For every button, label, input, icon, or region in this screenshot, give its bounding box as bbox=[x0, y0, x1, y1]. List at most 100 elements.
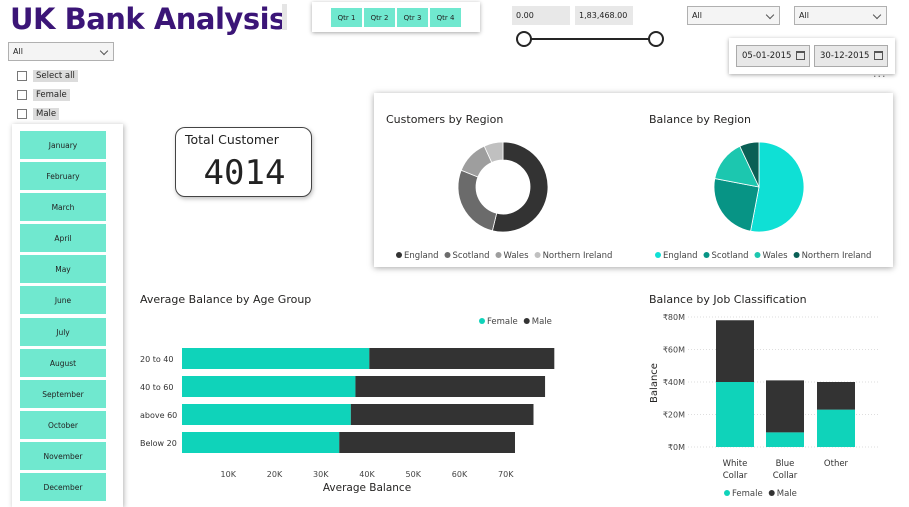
gender-option-female[interactable]: Female bbox=[17, 88, 70, 101]
balance-by-region-title: Balance by Region bbox=[649, 113, 752, 126]
customers-by-region-title: Customers by Region bbox=[386, 113, 504, 126]
age-group-bar-male-40-to-60 bbox=[355, 376, 546, 397]
month-button-july[interactable]: July bbox=[20, 318, 106, 346]
job-category-blue-collar-line-0: Blue bbox=[776, 459, 795, 469]
kpi-value: 4014 bbox=[203, 153, 286, 193]
job-ytick-0m: ₹0M bbox=[668, 443, 685, 452]
calendar-icon[interactable] bbox=[796, 51, 805, 60]
job-category-blue-collar-line-1: Collar bbox=[773, 471, 798, 481]
filter-dropdown-2-value: All bbox=[799, 11, 809, 20]
customers-by-region-legend-label-wales: Wales bbox=[503, 251, 529, 261]
age-group-xtick-70k: 70K bbox=[498, 470, 514, 479]
balance-by-region-legend-marker-england bbox=[655, 252, 661, 258]
balance-by-region-legend-label-england: England bbox=[663, 251, 698, 261]
age-group-xtick-50k: 50K bbox=[406, 470, 422, 479]
job-classification-chart: ₹0M ₹20M ₹40M ₹60M ₹80M Balance White Collar Blu… bbox=[649, 313, 880, 499]
filter-dropdown-1[interactable]: All bbox=[687, 6, 780, 25]
month-button-june[interactable]: June bbox=[20, 286, 106, 314]
customers-by-region-legend-marker-wales bbox=[495, 252, 502, 258]
job-bar-female-blue-collar bbox=[766, 432, 804, 447]
job-bar-male-blue-collar bbox=[766, 380, 804, 433]
more-options-icon[interactable]: ··· bbox=[873, 70, 887, 83]
month-button-october[interactable]: October bbox=[20, 411, 106, 439]
gender-dropdown[interactable]: All bbox=[8, 42, 114, 61]
calendar-icon[interactable] bbox=[874, 51, 883, 60]
gender-option-label: Male bbox=[33, 107, 60, 120]
age-group-xtick-20k: 20K bbox=[267, 470, 283, 479]
qtr-4-button[interactable]: Qtr 4 bbox=[430, 8, 461, 27]
qtr-3-button[interactable]: Qtr 3 bbox=[397, 8, 428, 27]
checkbox-icon[interactable] bbox=[17, 89, 27, 100]
job-legend-marker-female bbox=[724, 490, 730, 496]
balance-by-region-legend-marker-wales bbox=[754, 252, 761, 258]
month-button-may[interactable]: May bbox=[20, 255, 106, 283]
gender-option-select-all[interactable]: Select all bbox=[17, 69, 78, 82]
balance-by-region-legend-label-wales: Wales bbox=[762, 251, 788, 261]
job-legend-label-male: Male bbox=[777, 489, 797, 499]
title-divider bbox=[282, 4, 287, 30]
filter-dropdown-1-value: All bbox=[692, 11, 702, 20]
job-category-other-line-0: Other bbox=[824, 459, 849, 469]
age-group-xtick-30k: 30K bbox=[313, 470, 329, 479]
age-group-xlabel: Average Balance bbox=[323, 482, 411, 494]
age-group-legend-label-male: Male bbox=[532, 317, 552, 327]
job-ylabel: Balance bbox=[649, 363, 660, 403]
slider-max-handle[interactable] bbox=[648, 31, 664, 47]
month-button-march[interactable]: March bbox=[20, 193, 106, 221]
qtr-2-button[interactable]: Qtr 2 bbox=[364, 8, 395, 27]
customers-by-region-legend-marker-northern-ireland bbox=[534, 252, 541, 258]
age-group-category-below-20: Below 20 bbox=[140, 439, 177, 448]
job-ytick-80m: ₹80M bbox=[663, 313, 685, 322]
age-group-category-40-to-60: 40 to 60 bbox=[140, 383, 173, 392]
month-button-january[interactable]: January bbox=[20, 131, 106, 159]
age-group-bar-female-below-20 bbox=[182, 432, 340, 453]
job-category-white-collar-line-1: Collar bbox=[723, 471, 748, 481]
age-group-legend-label-female: Female bbox=[487, 317, 518, 327]
age-group-xtick-60k: 60K bbox=[452, 470, 468, 479]
balance-range-slider[interactable] bbox=[510, 28, 670, 50]
job-ytick-40m: ₹40M bbox=[663, 378, 685, 387]
chevron-down-icon bbox=[99, 46, 109, 56]
age-group-chart: Female Male 20 to 40 40 to 60 above 60 Below … bbox=[140, 317, 555, 494]
job-ytick-20m: ₹20M bbox=[663, 411, 685, 420]
filter-dropdown-2[interactable]: All bbox=[794, 6, 887, 25]
total-customer-card: Total Customer 4014 bbox=[175, 127, 312, 197]
customers-by-region-legend-label-england: England bbox=[404, 251, 439, 261]
start-date-value: 05-01-2015 bbox=[742, 51, 792, 61]
gender-option-male[interactable]: Male bbox=[17, 107, 60, 120]
age-group-category-above-60: above 60 bbox=[140, 411, 177, 420]
end-date-field[interactable]: 30-12-2015 bbox=[814, 45, 888, 67]
region-charts-panel: Customers by Region Balance by Region En… bbox=[374, 93, 893, 267]
checkbox-icon[interactable] bbox=[17, 108, 27, 119]
page-title: UK Bank Analysis bbox=[10, 2, 286, 36]
balance-by-region-chart: England Scotland Wales Northern Ireland bbox=[655, 141, 872, 261]
job-bar-female-white-collar bbox=[716, 382, 754, 447]
month-button-february[interactable]: February bbox=[20, 162, 106, 190]
checkbox-icon[interactable] bbox=[17, 70, 27, 81]
age-group-legend-marker-male bbox=[523, 318, 530, 324]
age-group-bar-male-20-to-40 bbox=[369, 348, 555, 369]
gender-option-label: Select all bbox=[33, 69, 78, 82]
balance-min-field[interactable]: 0.00 bbox=[512, 6, 570, 25]
balance-by-region-legend-label-northern-ireland: Northern Ireland bbox=[802, 251, 872, 261]
age-group-xtick-10k: 10K bbox=[221, 470, 237, 479]
job-bar-male-other bbox=[817, 382, 855, 410]
month-button-april[interactable]: April bbox=[20, 224, 106, 252]
slider-min-handle[interactable] bbox=[516, 31, 532, 47]
gender-dropdown-value: All bbox=[13, 47, 23, 56]
job-bar-male-white-collar bbox=[716, 320, 754, 382]
age-group-bar-female-above-60 bbox=[182, 404, 351, 425]
month-button-august[interactable]: August bbox=[20, 349, 106, 377]
balance-max-field[interactable]: 1,83,468.00 bbox=[575, 6, 633, 25]
month-button-september[interactable]: September bbox=[20, 380, 106, 408]
month-button-november[interactable]: November bbox=[20, 442, 106, 470]
month-button-december[interactable]: December bbox=[20, 473, 106, 501]
customers-by-region-legend-label-scotland: Scotland bbox=[453, 251, 490, 261]
age-group-bar-male-above-60 bbox=[350, 404, 534, 425]
balance-by-region-legend-marker-northern-ireland bbox=[793, 252, 800, 258]
qtr-1-button[interactable]: Qtr 1 bbox=[331, 8, 362, 27]
kpi-label: Total Customer bbox=[185, 132, 279, 147]
balance-by-region-slice-scotland bbox=[713, 178, 760, 232]
start-date-field[interactable]: 05-01-2015 bbox=[736, 45, 810, 67]
customers-by-region-legend-label-northern-ireland: Northern Ireland bbox=[543, 251, 613, 261]
